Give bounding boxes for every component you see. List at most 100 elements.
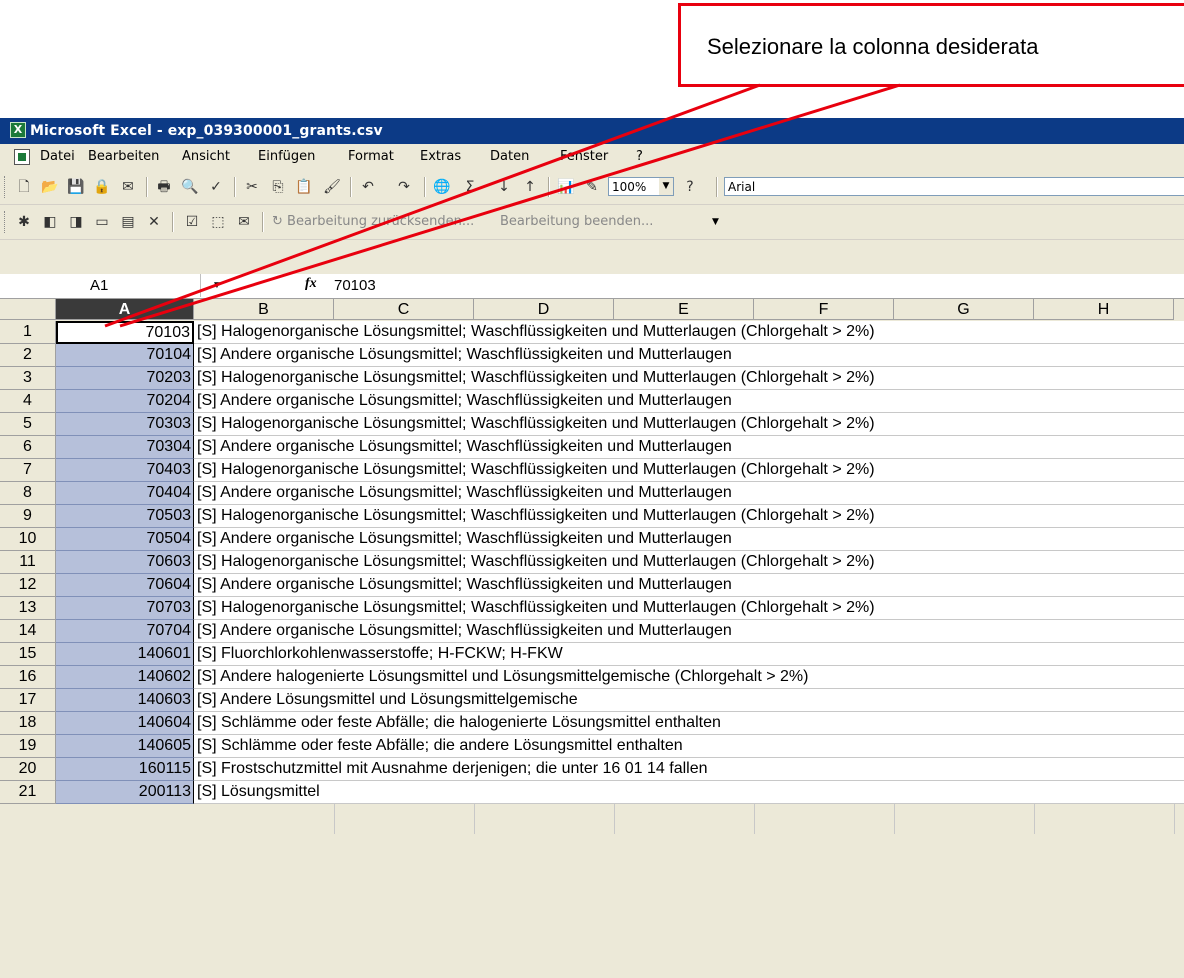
formula-input[interactable]: 70103: [334, 277, 376, 294]
table-cell[interactable]: [S] Halogenorganische Lösungsmittel; Was…: [194, 505, 1184, 528]
table-cell[interactable]: [S] Halogenorganische Lösungsmittel; Was…: [194, 597, 1184, 620]
table-cell[interactable]: [S] Andere organische Lösungsmittel; Was…: [194, 390, 1184, 413]
show-all-comments-icon[interactable]: ▤: [118, 212, 138, 232]
column-header-a[interactable]: A: [56, 299, 194, 320]
table-cell[interactable]: [S] Frostschutzmittel mit Ausnahme derje…: [194, 758, 1184, 781]
row-header[interactable]: 8: [0, 482, 56, 505]
workbook-icon[interactable]: [14, 149, 30, 165]
toolbar-grip[interactable]: [4, 176, 8, 198]
chevron-down-icon[interactable]: ▼: [659, 178, 673, 195]
menu-ansicht[interactable]: Ansicht: [182, 149, 230, 164]
redo-icon[interactable]: ↷: [394, 177, 414, 197]
table-cell[interactable]: [S] Andere organische Lösungsmittel; Was…: [194, 620, 1184, 643]
column-header-f[interactable]: F: [754, 299, 894, 320]
permission-icon[interactable]: 🔒: [92, 177, 112, 197]
row-header[interactable]: 15: [0, 643, 56, 666]
row-header[interactable]: 5: [0, 413, 56, 436]
table-cell[interactable]: [S] Schlämme oder feste Abfälle; die and…: [194, 735, 1184, 758]
table-cell[interactable]: 140601: [56, 643, 194, 666]
name-box-chevron-down-icon[interactable]: ▼: [212, 280, 222, 291]
table-cell[interactable]: [S] Schlämme oder feste Abfälle; die hal…: [194, 712, 1184, 735]
table-cell[interactable]: [S] Halogenorganische Lösungsmittel; Was…: [194, 367, 1184, 390]
cut-icon[interactable]: ✂: [242, 177, 262, 197]
table-cell[interactable]: 70504: [56, 528, 194, 551]
row-header[interactable]: 6: [0, 436, 56, 459]
table-cell[interactable]: [S] Andere organische Lösungsmittel; Was…: [194, 436, 1184, 459]
chart-wizard-icon[interactable]: 📊: [556, 177, 576, 197]
insert-function-icon[interactable]: fx: [305, 276, 317, 292]
row-header[interactable]: 10: [0, 528, 56, 551]
row-header[interactable]: 7: [0, 459, 56, 482]
menu-einfuegen[interactable]: Einfügen: [258, 149, 315, 164]
row-header[interactable]: 12: [0, 574, 56, 597]
column-header-c[interactable]: C: [334, 299, 474, 320]
table-cell[interactable]: [S] Halogenorganische Lösungsmittel; Was…: [194, 413, 1184, 436]
table-cell[interactable]: 200113: [56, 781, 194, 804]
table-cell[interactable]: 140605: [56, 735, 194, 758]
row-header[interactable]: 19: [0, 735, 56, 758]
format-painter-icon[interactable]: 🖌: [322, 177, 342, 197]
select-all-corner[interactable]: [0, 299, 56, 320]
autosum-icon[interactable]: Σ: [460, 177, 480, 197]
show-comment-icon[interactable]: ▭: [92, 212, 112, 232]
save-icon[interactable]: 💾: [66, 177, 86, 197]
table-cell[interactable]: [S] Andere organische Lösungsmittel; Was…: [194, 528, 1184, 551]
name-box[interactable]: A1: [0, 274, 201, 297]
table-cell[interactable]: [S] Andere organische Lösungsmittel; Was…: [194, 344, 1184, 367]
row-header[interactable]: 17: [0, 689, 56, 712]
table-cell[interactable]: [S] Andere halogenierte Lösungsmittel un…: [194, 666, 1184, 689]
table-cell[interactable]: [S] Halogenorganische Lösungsmittel; Was…: [194, 459, 1184, 482]
next-comment-icon[interactable]: ◨: [66, 212, 86, 232]
sort-descending-icon[interactable]: ↑: [520, 177, 540, 197]
table-cell[interactable]: 70304: [56, 436, 194, 459]
row-header[interactable]: 4: [0, 390, 56, 413]
drawing-icon[interactable]: ✎: [582, 177, 602, 197]
table-cell[interactable]: 70503: [56, 505, 194, 528]
menu-fenster[interactable]: Fenster: [560, 149, 608, 164]
spellcheck-icon[interactable]: ✓: [206, 177, 226, 197]
column-header-d[interactable]: D: [474, 299, 614, 320]
table-cell[interactable]: 70403: [56, 459, 194, 482]
table-cell[interactable]: 70604: [56, 574, 194, 597]
email-icon[interactable]: ✉: [118, 177, 138, 197]
table-cell[interactable]: 70203: [56, 367, 194, 390]
open-icon[interactable]: 📂: [40, 177, 60, 197]
row-header[interactable]: 20: [0, 758, 56, 781]
column-header-e[interactable]: E: [614, 299, 754, 320]
table-cell[interactable]: 70303: [56, 413, 194, 436]
row-header[interactable]: 14: [0, 620, 56, 643]
table-cell[interactable]: [S] Halogenorganische Lösungsmittel; Was…: [194, 321, 1184, 344]
table-cell[interactable]: 70704: [56, 620, 194, 643]
menu-bearbeiten[interactable]: Bearbeiten: [88, 149, 159, 164]
active-cell[interactable]: 70103: [56, 321, 194, 344]
menu-daten[interactable]: Daten: [490, 149, 529, 164]
create-task-icon[interactable]: ☑: [182, 212, 202, 232]
end-review-button[interactable]: Bearbeitung beenden...: [500, 214, 653, 229]
column-header-b[interactable]: B: [194, 299, 334, 320]
paste-icon[interactable]: 📋: [294, 177, 314, 197]
menu-datei[interactable]: Datei: [40, 149, 75, 164]
undo-icon[interactable]: ↶: [358, 177, 378, 197]
menu-format[interactable]: Format: [348, 149, 394, 164]
sort-ascending-icon[interactable]: ↓: [494, 177, 514, 197]
row-header[interactable]: 13: [0, 597, 56, 620]
new-icon[interactable]: 🗋: [14, 177, 34, 197]
column-header-g[interactable]: G: [894, 299, 1034, 320]
table-cell[interactable]: 140603: [56, 689, 194, 712]
menu-extras[interactable]: Extras: [420, 149, 461, 164]
help-icon[interactable]: ?: [680, 177, 700, 197]
table-cell[interactable]: 70703: [56, 597, 194, 620]
table-cell[interactable]: [S] Halogenorganische Lösungsmittel; Was…: [194, 551, 1184, 574]
row-header[interactable]: 21: [0, 781, 56, 804]
prev-comment-icon[interactable]: ◧: [40, 212, 60, 232]
update-file-icon[interactable]: ⬚: [208, 212, 228, 232]
table-cell[interactable]: 160115: [56, 758, 194, 781]
column-header-h[interactable]: H: [1034, 299, 1174, 320]
menu-help[interactable]: ?: [636, 149, 643, 164]
print-icon[interactable]: 🖶: [154, 177, 174, 197]
zoom-select[interactable]: 100% ▼: [608, 177, 674, 196]
delete-comment-icon[interactable]: ✕: [144, 212, 164, 232]
toolbar-options-icon[interactable]: ▼: [712, 217, 719, 227]
table-cell[interactable]: 70104: [56, 344, 194, 367]
table-cell[interactable]: 70204: [56, 390, 194, 413]
